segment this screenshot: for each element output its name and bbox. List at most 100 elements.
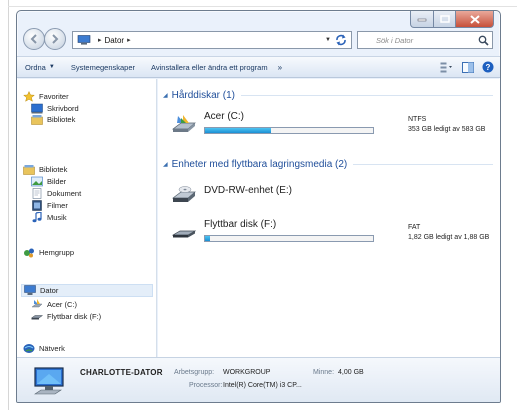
- sidebar-item-homegroup[interactable]: Hemgrupp: [23, 247, 74, 258]
- navigation-pane: Favoriter Skrivbord Bibliotek Bibliotek …: [17, 79, 157, 357]
- sidebar-item-label: Bibliotek: [39, 165, 68, 174]
- drive-usage-bar: [204, 235, 374, 242]
- drive-name: DVD-RW-enhet (E:): [204, 185, 292, 196]
- drive-usage-fill: [205, 128, 271, 133]
- library-icon: [23, 165, 35, 175]
- search-placeholder: Sök i Dator: [376, 35, 414, 45]
- sidebar-item-videos[interactable]: Filmer: [31, 200, 68, 211]
- content-pane: ◢ Hårddiskar (1) Acer (C:) NTFS 353 GB l…: [158, 79, 500, 357]
- group-divider: [240, 95, 493, 96]
- view-options-icon: [440, 62, 452, 72]
- chevron-down-icon[interactable]: ▼: [325, 37, 331, 43]
- organize-button[interactable]: Ordna ▼: [25, 63, 55, 72]
- group-title: Hårddiskar (1): [171, 90, 235, 101]
- group-title: Enheter med flyttbara lagringsmedia (2): [171, 159, 348, 170]
- drive-free-space: 353 GB ledigt av 583 GB: [408, 126, 486, 133]
- search-input[interactable]: Sök i Dator: [357, 31, 493, 49]
- memory-label: Minne:: [313, 369, 335, 376]
- page-border-left: [8, 0, 9, 410]
- sidebar-item-label: Nätverk: [39, 344, 65, 353]
- sidebar-item-documents[interactable]: Dokument: [31, 188, 81, 199]
- preview-pane-button[interactable]: [462, 61, 474, 73]
- arrow-left-icon: [30, 34, 37, 44]
- preview-pane-icon: [462, 61, 474, 73]
- help-button[interactable]: ?: [482, 61, 494, 73]
- breadcrumb-separator[interactable]: ▸: [127, 36, 131, 44]
- change-view-button[interactable]: [440, 62, 454, 73]
- sidebar-item-computer[interactable]: Dator: [21, 284, 153, 297]
- usb-drive-icon: [172, 230, 196, 238]
- sidebar-item-pictures[interactable]: Bilder: [31, 176, 66, 187]
- maximize-icon: [439, 15, 450, 23]
- search-icon[interactable]: [478, 35, 489, 46]
- address-row: ▸ Dator ▸ ▼ Sök i Dator: [17, 25, 500, 55]
- sidebar-item-network[interactable]: Nätverk: [23, 343, 65, 354]
- more-commands-button[interactable]: »: [278, 63, 282, 72]
- details-pane: CHARLOTTE-DATOR Arbetsgrupp: WORKGROUP M…: [17, 357, 500, 402]
- sidebar-item-label: Dator: [40, 286, 59, 295]
- collapse-triangle-icon: ◢: [163, 93, 168, 99]
- document-icon: [32, 188, 42, 199]
- computer-icon: [24, 285, 36, 295]
- sidebar-item-label: Acer (C:): [47, 300, 77, 309]
- network-icon: [23, 344, 35, 353]
- arrow-right-icon: [52, 34, 59, 44]
- uninstall-program-button[interactable]: Avinstallera eller ändra ett program: [151, 63, 268, 72]
- sidebar-item-music[interactable]: Musik: [31, 212, 67, 223]
- sidebar-item-label: Filmer: [47, 201, 68, 210]
- view-controls: ?: [432, 61, 494, 73]
- sidebar-item-label: Hemgrupp: [39, 248, 75, 257]
- sidebar-item-drive-f[interactable]: Flyttbar disk (F:): [31, 311, 101, 322]
- breadcrumb-dator[interactable]: Dator: [105, 36, 125, 45]
- usb-drive-icon: [31, 315, 43, 320]
- refresh-icon[interactable]: [334, 34, 348, 46]
- desktop-icon: [31, 103, 43, 114]
- collapse-triangle-icon: ◢: [163, 162, 168, 168]
- help-icon: ?: [482, 61, 494, 73]
- homegroup-icon: [24, 248, 34, 258]
- sidebar-item-label: Dokument: [47, 189, 82, 198]
- computer-icon: [34, 367, 64, 395]
- hard-drive-icon: [172, 115, 196, 132]
- sidebar-item-label: Musik: [47, 213, 67, 222]
- star-icon: [23, 91, 35, 102]
- sidebar-item-label: Bilder: [47, 177, 67, 186]
- processor-value: Intel(R) Core(TM) i3 CP...: [223, 382, 302, 389]
- group-header-removable[interactable]: ◢ Enheter med flyttbara lagringsmedia (2…: [163, 159, 493, 170]
- workgroup-label: Arbetsgrupp:: [174, 369, 215, 376]
- hard-drive-icon: [31, 299, 43, 308]
- back-button[interactable]: [23, 28, 45, 50]
- pictures-icon: [31, 176, 43, 187]
- group-divider: [353, 164, 493, 165]
- sidebar-item-label: Bibliotek: [47, 115, 76, 124]
- address-bar[interactable]: ▸ Dator ▸ ▼: [72, 31, 352, 49]
- organize-label: Ordna: [25, 62, 46, 72]
- svg-text:?: ?: [486, 63, 491, 72]
- sidebar-item-label: Skrivbord: [47, 104, 79, 113]
- page-border-top: [8, 6, 517, 7]
- sidebar-item-library-shortcut[interactable]: Bibliotek: [31, 114, 75, 125]
- sidebar-item-libraries[interactable]: Bibliotek: [23, 164, 67, 175]
- command-bar: Ordna ▼ Systemegenskaper Avinstallera ell…: [17, 56, 500, 78]
- system-properties-button[interactable]: Systemegenskaper: [71, 63, 135, 72]
- drive-free-space: 1,82 GB ledigt av 1,88 GB: [408, 234, 490, 241]
- sidebar-item-drive-c[interactable]: Acer (C:): [31, 299, 77, 310]
- chevron-down-icon: ▼: [48, 64, 55, 70]
- music-icon: [32, 212, 42, 223]
- workgroup-value: WORKGROUP: [223, 369, 271, 376]
- minimize-icon: [417, 18, 427, 22]
- breadcrumb-separator: ▸: [98, 37, 102, 44]
- forward-button[interactable]: [44, 28, 66, 50]
- memory-value: 4,00 GB: [338, 369, 364, 376]
- dvd-drive-icon: [172, 186, 196, 202]
- sidebar-item-desktop[interactable]: Skrivbord: [31, 103, 79, 114]
- group-header-hard-drives[interactable]: ◢ Hårddiskar (1): [163, 90, 493, 101]
- sidebar-item-favorites[interactable]: Favoriter: [23, 91, 69, 102]
- explorer-window: ▸ Dator ▸ ▼ Sök i Dator Ordna ▼ Systemege…: [16, 10, 501, 403]
- computer-name: CHARLOTTE-DATOR: [80, 368, 163, 377]
- processor-label: Processor:: [189, 382, 223, 389]
- drive-filesystem: NTFS: [408, 116, 427, 123]
- close-icon: [469, 14, 480, 24]
- drive-name: Flyttbar disk (F:): [204, 219, 277, 230]
- drive-usage-fill: [205, 236, 211, 241]
